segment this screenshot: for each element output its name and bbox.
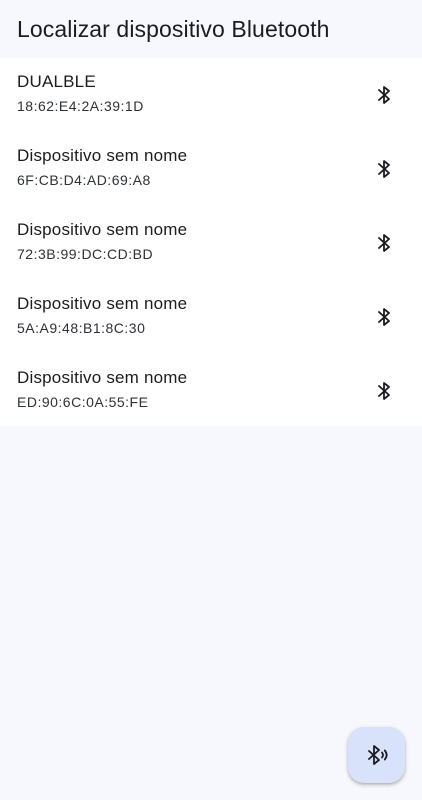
device-address: 5A:A9:48:B1:8C:30: [17, 320, 146, 336]
device-address: ED:90:6C:0A:55:FE: [17, 394, 149, 410]
bluetooth-icon: [374, 157, 394, 181]
device-list-item[interactable]: Dispositivo sem nome 6F:CB:D4:AD:69:A8: [0, 132, 422, 206]
app-bar: Localizar dispositivo Bluetooth: [0, 0, 422, 58]
device-list-item[interactable]: Dispositivo sem nome ED:90:6C:0A:55:FE: [0, 354, 422, 428]
device-name: Dispositivo sem nome: [17, 294, 188, 313]
bluetooth-icon: [374, 231, 394, 255]
bluetooth-searching-icon: [363, 741, 391, 769]
device-address: 6F:CB:D4:AD:69:A8: [17, 172, 151, 188]
device-list: DUALBLE 18:62:E4:2A:39:1D Dispositivo se…: [0, 58, 422, 426]
device-list-item[interactable]: Dispositivo sem nome 5A:A9:48:B1:8C:30: [0, 280, 422, 354]
device-list-item[interactable]: Dispositivo sem nome 72:3B:99:DC:CD:BD: [0, 206, 422, 280]
bluetooth-icon: [374, 305, 394, 329]
device-address: 18:62:E4:2A:39:1D: [17, 98, 144, 114]
page-title: Localizar dispositivo Bluetooth: [17, 16, 330, 42]
device-name: Dispositivo sem nome: [17, 368, 188, 387]
bluetooth-icon: [374, 83, 394, 107]
device-address: 72:3B:99:DC:CD:BD: [17, 246, 154, 262]
bluetooth-icon: [374, 379, 394, 403]
device-list-item[interactable]: DUALBLE 18:62:E4:2A:39:1D: [0, 58, 422, 132]
device-name: DUALBLE: [17, 72, 96, 91]
device-name: Dispositivo sem nome: [17, 146, 188, 165]
scan-bluetooth-button[interactable]: [348, 727, 405, 783]
device-name: Dispositivo sem nome: [17, 220, 188, 239]
